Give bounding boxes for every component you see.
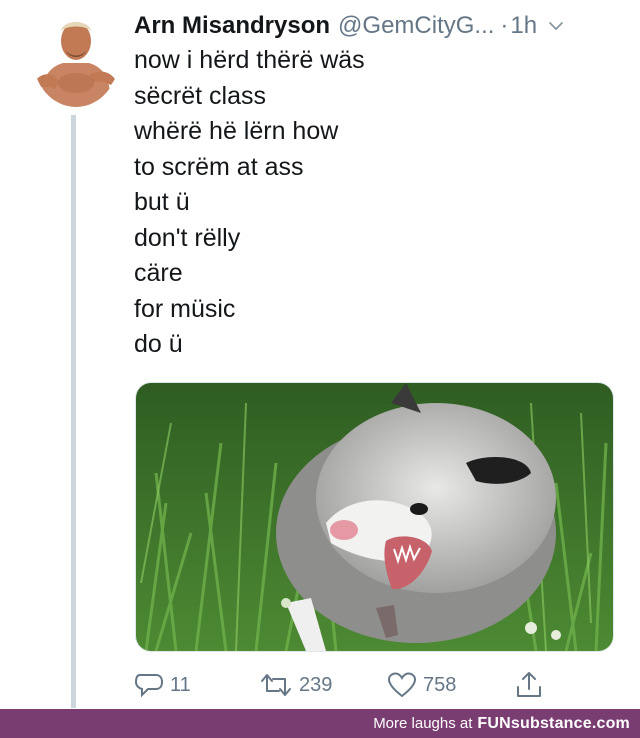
tweet-time[interactable]: 1h [510,12,537,40]
like-action[interactable]: 758 [387,667,456,703]
tweet-line: do ü [134,330,183,358]
avatar[interactable] [33,9,119,107]
tweet-line: whërë hë lërn how [134,117,339,145]
tweet-line: now i hërd thërë wäs [134,46,365,74]
thread-line [71,115,76,708]
reply-action[interactable]: 11 [134,667,191,703]
tweet-line: sëcrët class [134,81,266,110]
share-icon [517,672,541,697]
share-action[interactable] [514,667,544,703]
opossum-photo [136,383,613,651]
like-count: 758 [423,673,457,696]
tweet-text: now i hërd thërë wäs sëcrët class whërë … [134,43,614,363]
author-name[interactable]: Arn Misandryson [134,12,330,40]
tweet-line: don't rëlly [134,223,241,252]
tweet-actions: 11 239 758 [134,667,614,703]
footer-brand-link[interactable]: FUNsubstance.com [477,715,630,733]
tweet-header: Arn Misandryson @GemCityG... · 1h [134,9,624,43]
reply-icon [134,674,164,698]
reply-count: 11 [170,673,191,696]
site-footer-banner: More laughs at FUNsubstance.com [0,709,640,738]
separator-dot: · [500,12,509,39]
retweet-count: 239 [299,673,333,696]
retweet-action[interactable]: 239 [259,667,332,703]
author-handle[interactable]: @GemCityG... [338,12,494,40]
tweet-line: for müsic [134,294,236,323]
chevron-down-icon[interactable] [547,17,565,35]
tweet-line: cäre [134,259,183,287]
retweet-icon [261,674,291,696]
avatar-image [33,9,119,107]
tweet-media[interactable] [135,382,614,652]
footer-text: More laughs at [373,715,473,732]
tweet-line: but ü [134,188,190,216]
heart-icon [387,672,417,698]
tweet-line: to scrëm at ass [134,152,304,181]
